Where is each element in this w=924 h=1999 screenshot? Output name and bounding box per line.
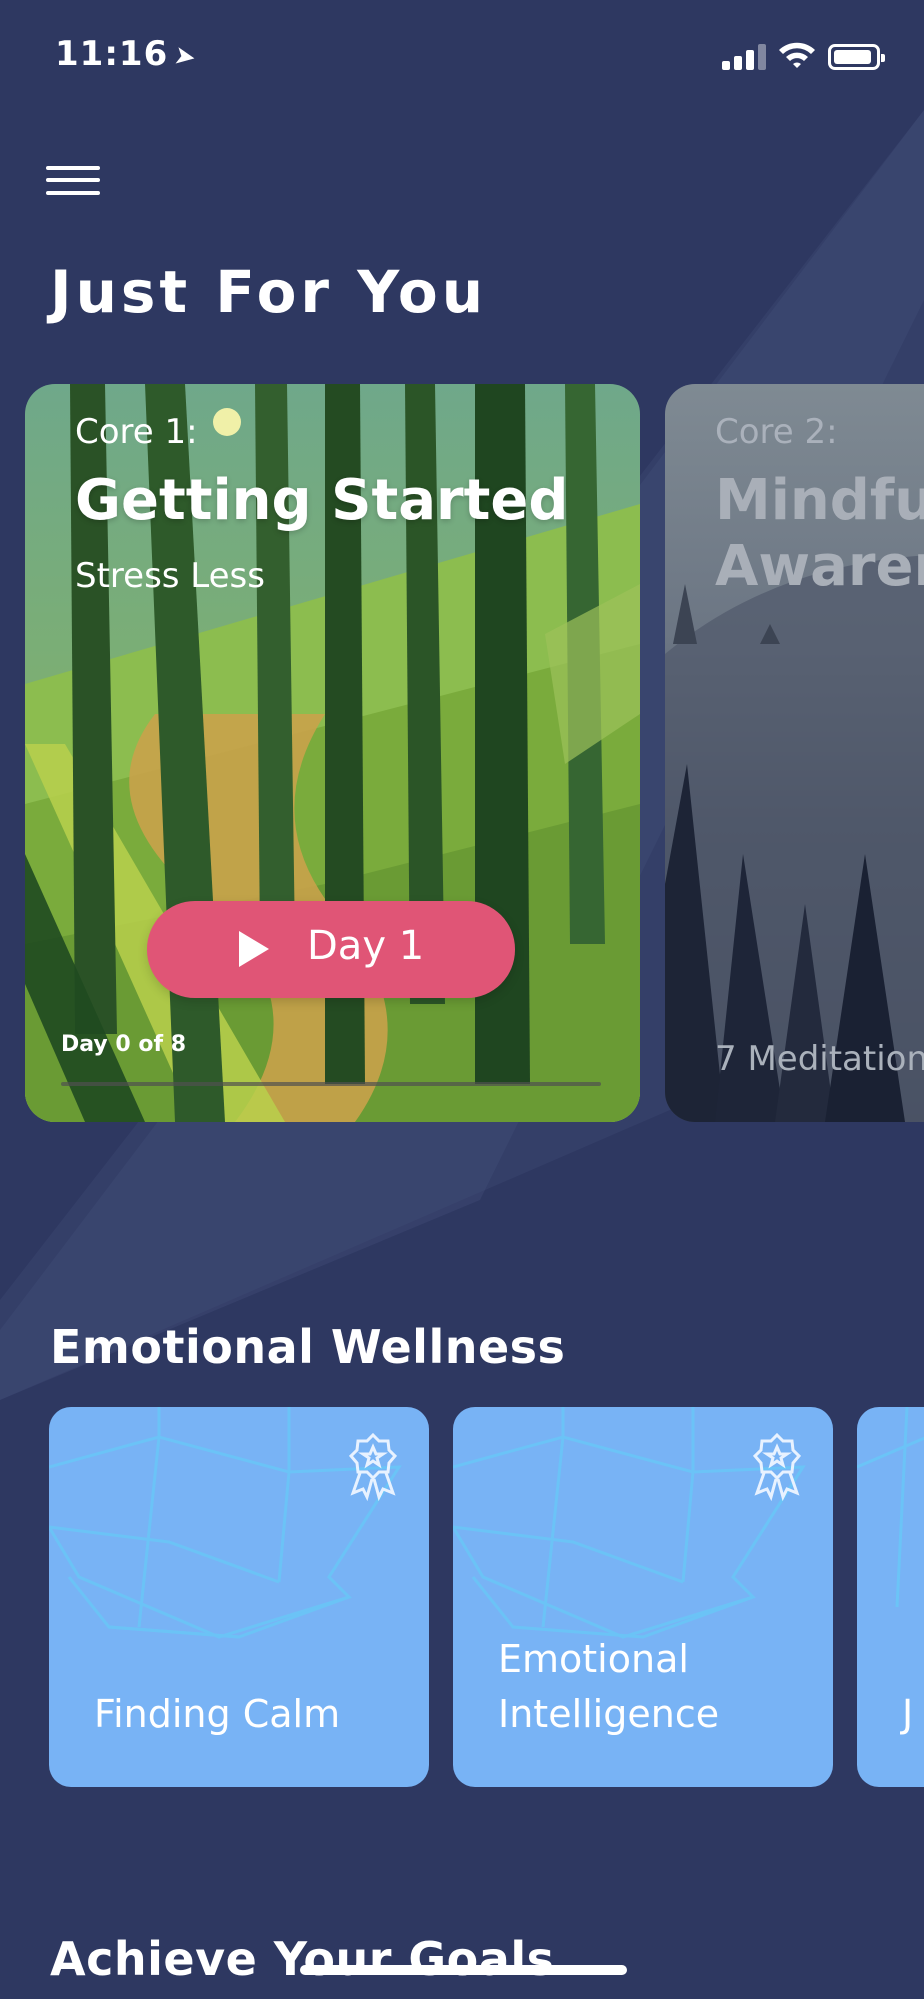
section-title-just-for-you: Just For You	[50, 258, 488, 326]
course-card-getting-started[interactable]: Core 1: Getting Started Stress Less Day …	[25, 384, 640, 1122]
status-time: 11:16 ➤	[55, 34, 200, 74]
course-label: Core 1:	[75, 412, 198, 452]
status-bar: 11:16 ➤	[0, 0, 924, 110]
start-day-button[interactable]: Day 1	[147, 901, 515, 998]
course-label: Core 2:	[715, 412, 838, 452]
course-subtitle: Stress Less	[75, 556, 265, 596]
progress-label: Day 0 of 8	[61, 1032, 187, 1057]
course-card-mindful-awareness[interactable]: Core 2: Mindfu Awaren 7 Meditation	[665, 384, 924, 1122]
tile-label-line1: Emotional	[498, 1637, 689, 1681]
location-arrow-icon: ➤	[171, 40, 200, 74]
tile-emotional-intelligence[interactable]: Emotional Intelligence	[453, 1407, 833, 1787]
progress-bar	[61, 1082, 601, 1086]
award-ribbon-icon	[752, 1432, 802, 1501]
tile-third-partial[interactable]: J	[857, 1407, 924, 1787]
cellular-signal-icon	[722, 44, 768, 70]
course-title: Getting Started	[75, 468, 569, 533]
course-meditation-count: 7 Meditation	[715, 1039, 924, 1079]
geometric-pattern	[857, 1407, 924, 1608]
wifi-icon	[779, 42, 815, 68]
course-title-line2: Awaren	[715, 534, 924, 599]
tile-label: Finding Calm	[94, 1692, 341, 1736]
home-indicator[interactable]	[300, 1965, 627, 1975]
play-icon	[239, 931, 269, 967]
tile-label: J	[902, 1692, 914, 1736]
tile-label-line2: Intelligence	[498, 1692, 720, 1736]
tile-finding-calm[interactable]: Finding Calm	[49, 1407, 429, 1787]
course-title-line1: Mindfu	[715, 468, 924, 533]
battery-icon	[828, 44, 885, 70]
hamburger-menu-icon[interactable]	[46, 160, 100, 200]
section-title-achieve-your-goals: Achieve Your Goals	[50, 1932, 555, 1986]
award-ribbon-icon	[348, 1432, 398, 1501]
section-title-emotional-wellness: Emotional Wellness	[50, 1320, 566, 1374]
